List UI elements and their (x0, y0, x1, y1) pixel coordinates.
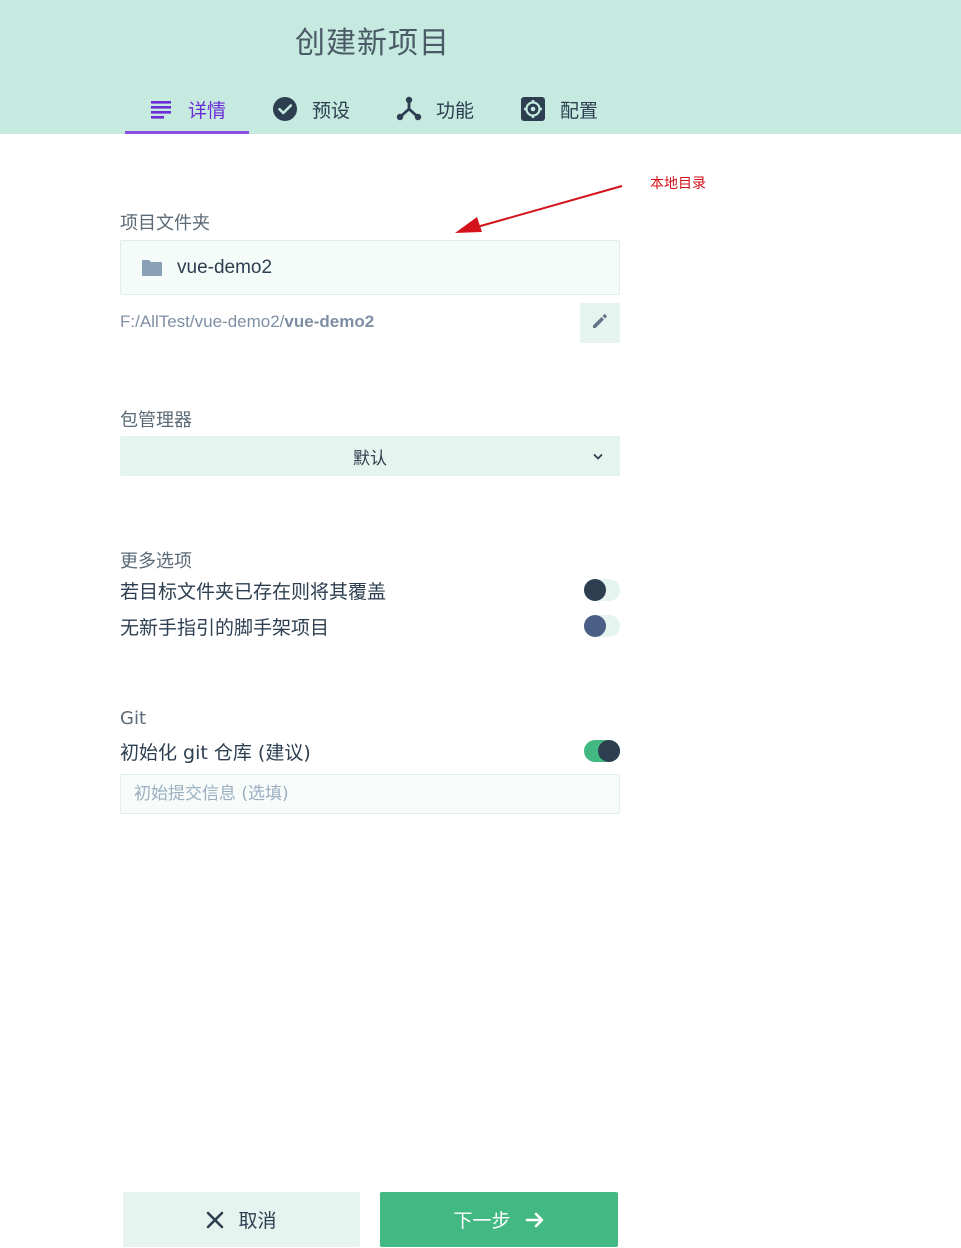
project-folder-name: vue-demo2 (177, 256, 273, 278)
tab-details-label: 详情 (188, 99, 227, 122)
tab-config-label: 配置 (560, 99, 599, 122)
tab-bar: 详情 预设 功能 配置 (125, 84, 621, 134)
tab-features-label: 功能 (436, 99, 475, 122)
tab-config[interactable]: 配置 (497, 84, 621, 134)
toggle-knob (598, 740, 620, 762)
package-manager-value: 默认 (353, 448, 387, 469)
tab-presets[interactable]: 预设 (249, 84, 373, 134)
pencil-icon (592, 313, 608, 333)
next-label: 下一步 (453, 1210, 511, 1232)
option-no-guide-text: 无新手指引的脚手架项目 (120, 616, 330, 639)
option-overwrite-row: 若目标文件夹已存在则将其覆盖 (120, 575, 620, 605)
page-title: 创建新项目 (295, 26, 450, 61)
fork-icon (396, 96, 422, 122)
more-options-label: 更多选项 (120, 551, 192, 572)
arrow-right-icon (525, 1210, 545, 1230)
tab-presets-label: 预设 (312, 99, 351, 122)
toggle-knob (584, 579, 606, 601)
package-manager-select[interactable]: 默认 (120, 436, 620, 476)
tab-features[interactable]: 功能 (373, 84, 497, 134)
cancel-button[interactable]: 取消 (123, 1192, 360, 1247)
next-button[interactable]: 下一步 (380, 1192, 618, 1247)
toggle-knob (584, 615, 606, 637)
git-init-toggle[interactable] (584, 740, 620, 762)
option-no-guide-row: 无新手指引的脚手架项目 (120, 611, 620, 641)
package-manager-label: 包管理器 (120, 410, 192, 431)
project-folder-field[interactable]: vue-demo2 (120, 240, 620, 295)
overwrite-toggle[interactable] (584, 579, 620, 601)
annotation-label: 本地目录 (650, 176, 706, 192)
gear-icon (520, 96, 546, 122)
git-label: Git (120, 708, 147, 729)
cancel-label: 取消 (238, 1210, 277, 1232)
folder-icon (141, 259, 163, 277)
project-path: F:/AllTest/vue-demo2/vue-demo2 (120, 312, 374, 332)
git-init-text: 初始化 git 仓库 (建议) (120, 741, 311, 764)
git-init-row: 初始化 git 仓库 (建议) (120, 736, 620, 766)
header-bar: 创建新项目 详情 预设 功能 配置 (0, 0, 961, 134)
project-path-name: vue-demo2 (284, 312, 375, 331)
details-icon (148, 96, 174, 122)
edit-folder-button[interactable] (580, 303, 620, 343)
close-icon (206, 1211, 224, 1229)
tab-details[interactable]: 详情 (125, 84, 250, 134)
project-folder-label: 项目文件夹 (120, 213, 210, 234)
check-circle-icon (272, 96, 298, 122)
chevron-down-icon (592, 448, 604, 467)
commit-message-input[interactable] (120, 774, 620, 814)
no-guide-toggle[interactable] (584, 615, 620, 637)
project-path-prefix: F:/AllTest/vue-demo2/ (120, 312, 285, 331)
option-overwrite-text: 若目标文件夹已存在则将其覆盖 (120, 580, 387, 603)
